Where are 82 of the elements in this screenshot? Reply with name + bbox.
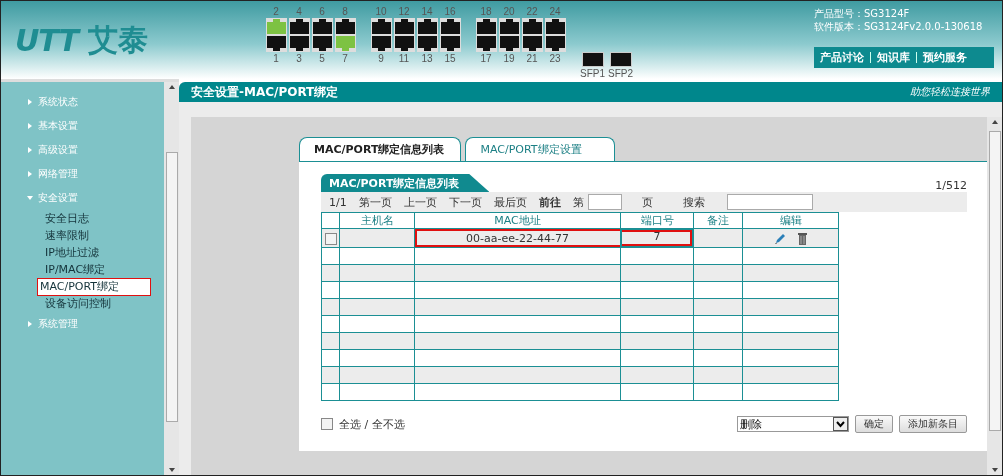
- action-dropdown[interactable]: 删除: [737, 416, 849, 432]
- page-input[interactable]: [587, 194, 622, 210]
- port-number: 13: [421, 52, 433, 65]
- port-number: 20: [503, 5, 515, 18]
- software-version: 软件版本：SG3124Fv2.0.0-130618: [814, 20, 984, 33]
- last-page-link[interactable]: 最后页: [493, 194, 527, 210]
- dropdown-caret-icon: [833, 417, 848, 431]
- port-number: 7: [342, 52, 348, 65]
- port-number: 15: [444, 52, 456, 65]
- column-header: 主机名: [339, 212, 415, 229]
- next-page-link[interactable]: 下一页: [448, 194, 482, 210]
- prev-page-link[interactable]: 上一页: [403, 194, 437, 210]
- port-number: 10: [375, 5, 387, 18]
- port-number: 11: [398, 52, 410, 65]
- column-header: 编辑: [742, 212, 839, 229]
- scroll-up-icon[interactable]: [168, 85, 175, 89]
- search-label: 搜索: [682, 194, 705, 210]
- sidebar-item-label: 基本设置: [38, 119, 78, 133]
- page-title: 安全设置-MAC/PORT绑定: [191, 83, 339, 101]
- port-number: 16: [444, 5, 456, 18]
- goto-link[interactable]: 前往: [538, 194, 561, 210]
- port-number: 12: [398, 5, 410, 18]
- scroll-thumb[interactable]: [165, 152, 178, 422]
- page-indicator: 1/1: [329, 195, 347, 209]
- port-number: 17: [480, 52, 492, 65]
- sidebar-item-label: 网络管理: [38, 167, 78, 181]
- column-header: 备注: [693, 212, 743, 229]
- port-number: 21: [526, 52, 538, 65]
- header-link[interactable]: 知识库: [877, 50, 910, 65]
- port-number: 6: [319, 5, 325, 18]
- pencil-icon[interactable]: [774, 232, 786, 245]
- port-number: 22: [526, 5, 538, 18]
- sfp-port-icon: [581, 52, 604, 67]
- tab[interactable]: MAC/PORT绑定信息列表: [299, 137, 462, 161]
- scroll-thumb[interactable]: [988, 131, 1001, 431]
- sidebar-item-label: 高级设置: [38, 143, 78, 157]
- row-checkbox[interactable]: [324, 232, 337, 245]
- select-all-checkbox[interactable]: [321, 418, 333, 430]
- select-all-label: 全选 / 全不选: [339, 416, 405, 432]
- form-button[interactable]: 确定: [855, 415, 893, 433]
- port-number: 23: [549, 52, 561, 65]
- scrollbar[interactable]: [987, 117, 1002, 475]
- port-number: 8: [342, 5, 348, 18]
- logo-name: 艾泰: [88, 20, 148, 59]
- port-number: 5: [319, 52, 325, 65]
- scroll-down-icon[interactable]: [991, 468, 998, 472]
- scrollbar[interactable]: [164, 79, 179, 475]
- column-header: 端口号: [620, 212, 694, 229]
- sidebar-item-label: 系统管理: [38, 317, 78, 331]
- record-count: 1/512: [935, 179, 967, 192]
- header-link[interactable]: 产品讨论: [820, 50, 864, 65]
- port-number: SFP2: [608, 67, 634, 80]
- port-number: 9: [378, 52, 384, 65]
- product-model: 产品型号：SG3124F: [814, 7, 911, 20]
- table-cell: 7: [621, 229, 693, 247]
- sfp-port-icon: [609, 52, 632, 67]
- header-link[interactable]: 预约服务: [923, 50, 967, 65]
- port-number: 24: [549, 5, 561, 18]
- port-number: 18: [480, 5, 492, 18]
- port-number: SFP1: [580, 67, 605, 80]
- scroll-down-icon[interactable]: [168, 468, 175, 472]
- port-number: 4: [296, 5, 302, 18]
- scroll-up-icon[interactable]: [991, 120, 998, 124]
- port-number: 14: [421, 5, 433, 18]
- port-number: 2: [273, 5, 279, 18]
- slogan: 助您轻松连接世界: [910, 85, 990, 99]
- search-field[interactable]: [726, 194, 813, 210]
- sidebar-item-label: 系统状态: [38, 95, 78, 109]
- port-number: 19: [503, 52, 515, 65]
- page-suffix: 页: [641, 194, 653, 210]
- port-number: 3: [296, 52, 302, 65]
- column-header: MAC地址: [414, 212, 621, 229]
- sidebar-subitem[interactable]: MAC/PORT绑定: [37, 277, 151, 296]
- form-button[interactable]: 添加新条目: [899, 415, 967, 433]
- page-prefix: 第: [572, 194, 584, 210]
- list-title: MAC/PORT绑定信息列表: [321, 174, 490, 192]
- first-page-link[interactable]: 第一页: [358, 194, 392, 210]
- sidebar-item-label: 安全设置: [38, 191, 78, 205]
- port-number: 1: [273, 52, 279, 65]
- tab[interactable]: MAC/PORT绑定设置: [465, 137, 615, 161]
- trash-icon[interactable]: [798, 232, 807, 245]
- sidebar-subitem[interactable]: 设备访问控制: [41, 293, 115, 314]
